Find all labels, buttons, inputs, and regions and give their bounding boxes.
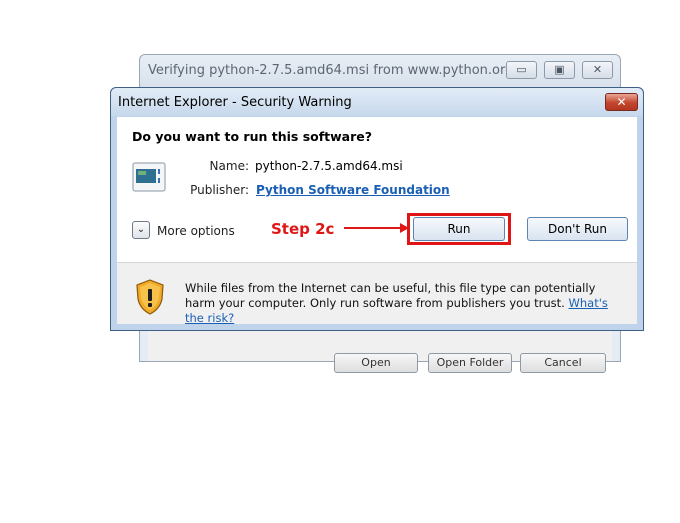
chevron-down-icon: ⌄ — [136, 224, 146, 235]
name-value: python-2.7.5.amd64.msi — [255, 159, 403, 173]
name-label: Name: — [209, 159, 249, 173]
dialog-content: Do you want to run this software? Name: … — [117, 117, 637, 326]
publisher-link[interactable]: Python Software Foundation — [256, 183, 450, 197]
run-button[interactable]: Run — [413, 217, 505, 241]
dialog-title: Internet Explorer - Security Warning — [118, 95, 352, 110]
maximize-icon: ▣ — [554, 63, 565, 76]
close-icon: ✕ — [616, 95, 627, 109]
cancel-button[interactable]: Cancel — [520, 353, 606, 373]
background-close-button[interactable]: ✕ — [582, 61, 613, 79]
dialog-question: Do you want to run this software? — [132, 129, 373, 144]
dialog-top-panel: Do you want to run this software? Name: … — [117, 117, 637, 262]
minimize-icon: ▭ — [516, 63, 527, 76]
more-options-toggle[interactable]: ⌄ — [132, 221, 150, 239]
dont-run-button[interactable]: Don't Run — [527, 217, 628, 241]
installer-file-icon — [132, 162, 166, 192]
more-options-label[interactable]: More options — [157, 224, 235, 238]
minimize-button[interactable]: ▭ — [506, 61, 537, 79]
open-folder-button[interactable]: Open Folder — [428, 353, 512, 373]
dialog-close-button[interactable]: ✕ — [605, 93, 638, 111]
warning-shield-icon — [136, 279, 164, 315]
step-annotation-arrow-icon — [344, 223, 409, 233]
security-warning-dialog: Internet Explorer - Security Warning ✕ D… — [110, 87, 644, 331]
step-annotation-label: Step 2c — [271, 220, 335, 238]
warning-message: While files from the Internet can be use… — [185, 281, 625, 326]
warning-text: While files from the Internet can be use… — [185, 281, 596, 310]
background-window-title: Verifying python-2.7.5.amd64.msi from ww… — [148, 63, 514, 78]
dialog-titlebar: Internet Explorer - Security Warning ✕ — [111, 88, 643, 116]
maximize-button[interactable]: ▣ — [544, 61, 575, 79]
dialog-warning-panel: While files from the Internet can be use… — [117, 262, 637, 326]
open-button[interactable]: Open — [334, 353, 418, 373]
background-window-titlebar: Verifying python-2.7.5.amd64.msi from ww… — [140, 55, 620, 87]
close-icon: ✕ — [592, 63, 603, 76]
publisher-label: Publisher: — [190, 183, 249, 197]
